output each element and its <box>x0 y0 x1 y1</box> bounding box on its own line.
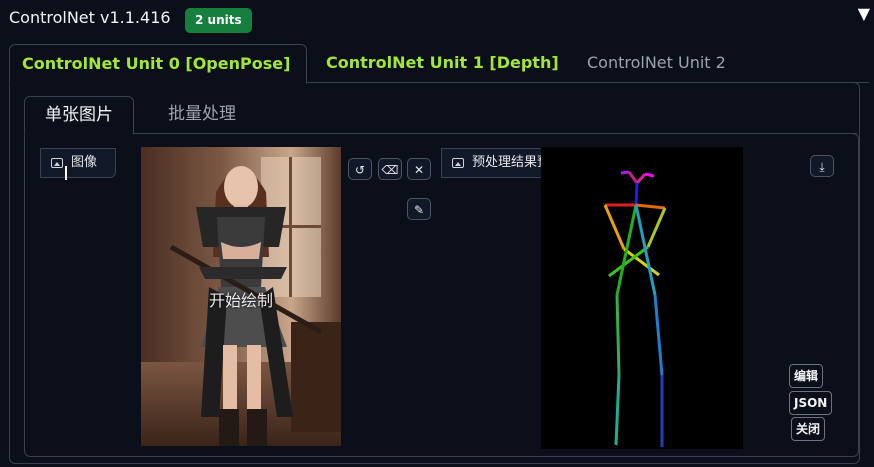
image-icon <box>51 158 63 168</box>
close-icon[interactable]: ✕ <box>407 158 431 180</box>
units-badge: 2 units <box>185 8 252 33</box>
close-button[interactable]: 关闭 <box>791 417 826 441</box>
start-drawing-text: 开始绘制 <box>208 291 273 310</box>
tab-unit-2[interactable]: ControlNet Unit 2 <box>575 44 738 82</box>
image-icon <box>452 158 464 168</box>
image-label: 图像 <box>40 148 116 178</box>
tab-unit-1[interactable]: ControlNet Unit 1 [Depth] <box>314 44 571 82</box>
download-icon[interactable]: ⤓ <box>810 155 834 177</box>
text-cursor <box>65 166 67 180</box>
inner-tab-divider <box>147 133 857 134</box>
panel-title: ControlNet v1.1.416 <box>9 8 171 27</box>
undo-icon[interactable]: ↺ <box>348 158 372 180</box>
tab-batch[interactable]: 批量处理 <box>148 96 256 133</box>
pose-preview-image <box>541 147 743 449</box>
image-label-text: 图像 <box>71 155 98 170</box>
tab-divider <box>305 82 869 83</box>
brush-icon[interactable]: ✎ <box>407 198 431 220</box>
eraser-icon[interactable]: ⌫ <box>378 158 402 180</box>
tab-single-image[interactable]: 单张图片 <box>24 96 134 135</box>
json-button[interactable]: JSON <box>789 391 833 415</box>
tab-unit-0[interactable]: ControlNet Unit 0 [OpenPose] <box>9 44 307 84</box>
collapse-arrow-icon[interactable]: ▼ <box>858 4 870 23</box>
edit-button[interactable]: 编辑 <box>789 364 824 388</box>
